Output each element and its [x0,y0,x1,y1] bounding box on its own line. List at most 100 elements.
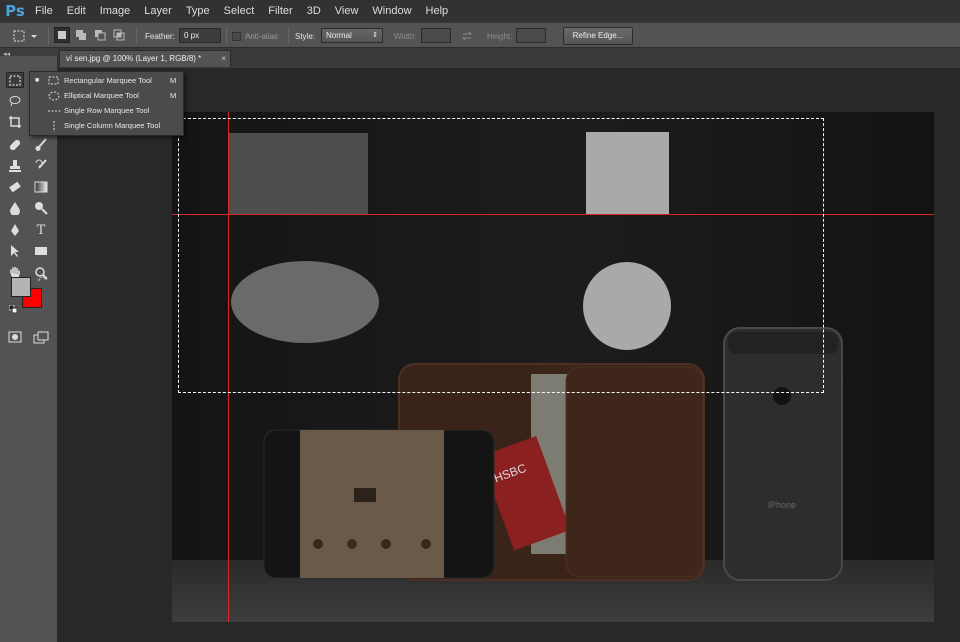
style-value: Normal [326,31,352,40]
stamp-icon [9,160,21,172]
marquee-icon [9,75,21,85]
antialias-checkbox[interactable]: Anti-alias [232,23,278,49]
dodge-icon [35,202,48,215]
document-tab[interactable]: ví sen.jpg @ 100% (Layer 1, RGB/8) * × [59,50,231,67]
width-label: Width: [394,31,417,41]
type-tool[interactable]: T [32,222,50,238]
eraser-icon [9,181,21,193]
marquee-preset-icon [13,30,37,42]
default-colors-icon[interactable] [8,300,18,314]
menu-view[interactable]: View [328,0,366,22]
add-to-selection-button[interactable] [73,27,89,43]
selected-bullet-icon: ■ [35,77,40,84]
dodge-tool[interactable] [32,200,50,216]
menu-help[interactable]: Help [419,0,456,22]
menu-edit[interactable]: Edit [60,0,93,22]
rectangular-marquee-icon [48,76,59,85]
history-brush-icon [35,159,47,169]
screen-mode-icon [33,331,49,343]
menu-3d[interactable]: 3D [300,0,328,22]
intersect-selection-icon [113,29,125,41]
height-label: Height: [487,31,513,41]
rectangular-marquee-tool[interactable] [6,72,24,88]
lasso-icon [9,96,21,107]
marquee-selection [178,118,824,393]
flyout-item-elliptical-marquee[interactable]: Elliptical Marquee Tool M [30,88,183,103]
intersect-selection-button[interactable] [111,27,127,43]
lasso-tool[interactable] [6,93,24,109]
gradient-tool[interactable] [32,179,50,195]
flyout-label: Rectangular Marquee Tool [64,76,152,85]
width-input[interactable] [421,28,451,43]
type-icon: T [36,222,46,238]
menu-filter[interactable]: Filter [261,0,299,22]
new-selection-icon [58,31,66,39]
elliptical-marquee-icon [48,91,60,101]
clone-stamp-tool[interactable] [6,158,24,174]
menu-type[interactable]: Type [179,0,217,22]
flyout-label: Elliptical Marquee Tool [64,91,139,100]
flyout-item-single-column-marquee[interactable]: Single Column Marquee Tool [30,118,183,133]
brush-icon [35,138,47,151]
menu-file[interactable]: File [28,0,60,22]
menu-select[interactable]: Select [217,0,262,22]
menu-bar: Ps File Edit Image Layer Type Select Fil… [0,0,960,22]
marquee-tool-flyout: ■ Rectangular Marquee Tool M Elliptical … [29,71,184,136]
swap-dimensions-icon[interactable] [461,23,473,49]
brush-tool[interactable] [32,137,50,153]
rectangle-tool[interactable] [32,243,50,259]
feather-input[interactable]: 0 px [179,28,221,43]
foreground-color-swatch[interactable] [11,277,31,297]
pen-icon [11,224,19,236]
flyout-shortcut: M [170,91,177,100]
single-column-marquee-icon [53,121,55,132]
close-tab-icon[interactable]: × [221,51,226,66]
menu-layer[interactable]: Layer [137,0,179,22]
subtract-selection-icon [95,30,106,41]
quick-mask-button[interactable] [6,329,24,345]
gradient-icon [34,181,48,193]
history-brush-tool[interactable] [32,158,50,174]
water-drop-icon [10,202,20,215]
pen-tool[interactable] [6,222,24,238]
new-selection-button[interactable] [54,27,70,43]
swap-colors-icon[interactable]: ⤺ [37,274,46,284]
single-row-marquee-icon [48,110,62,112]
add-selection-icon [76,30,86,40]
flyout-item-rectangular-marquee[interactable]: ■ Rectangular Marquee Tool M [30,73,183,88]
flyout-label: Single Row Marquee Tool [64,106,150,115]
updown-arrow-icon: ⇕ [372,32,378,39]
subtract-from-selection-button[interactable] [92,27,108,43]
path-selection-tool[interactable] [6,243,24,259]
style-label: Style: [295,31,316,41]
antialias-label: Anti-alias [245,31,278,41]
flyout-item-single-row-marquee[interactable]: Single Row Marquee Tool [30,103,183,118]
height-input[interactable] [516,28,546,43]
app-logo: Ps [5,2,25,20]
photoshop-window: Ps File Edit Image Layer Type Select Fil… [0,0,960,642]
crop-tool[interactable] [6,114,24,130]
menu-image[interactable]: Image [93,0,138,22]
tool-preset-picker[interactable] [12,23,38,49]
bandage-icon [9,139,21,151]
healing-brush-tool[interactable] [6,137,24,153]
crop-icon [9,116,21,128]
flyout-label: Single Column Marquee Tool [64,121,161,130]
phone-label-text: iPhone [768,500,796,510]
refine-edge-button[interactable]: Refine Edge... [563,27,633,45]
toolbox-panel: ◂◂ T ⤺ [0,48,58,642]
arrow-icon [11,245,19,257]
feather-label: Feather: [145,31,175,41]
eraser-tool[interactable] [6,179,24,195]
rectangle-icon [35,247,47,255]
style-select[interactable]: Normal ⇕ [321,28,383,43]
options-bar: Feather: 0 px Anti-alias Style: Normal ⇕… [0,22,960,48]
collapse-panel-icon[interactable]: ◂◂ [3,50,10,58]
quick-mask-icon [8,331,22,343]
flyout-shortcut: M [170,76,177,85]
checkbox-box [232,31,241,41]
menu-window[interactable]: Window [365,0,418,22]
blur-tool[interactable] [6,200,24,216]
document-title: ví sen.jpg @ 100% (Layer 1, RGB/8) * [66,54,202,63]
screen-mode-button[interactable] [32,329,50,345]
